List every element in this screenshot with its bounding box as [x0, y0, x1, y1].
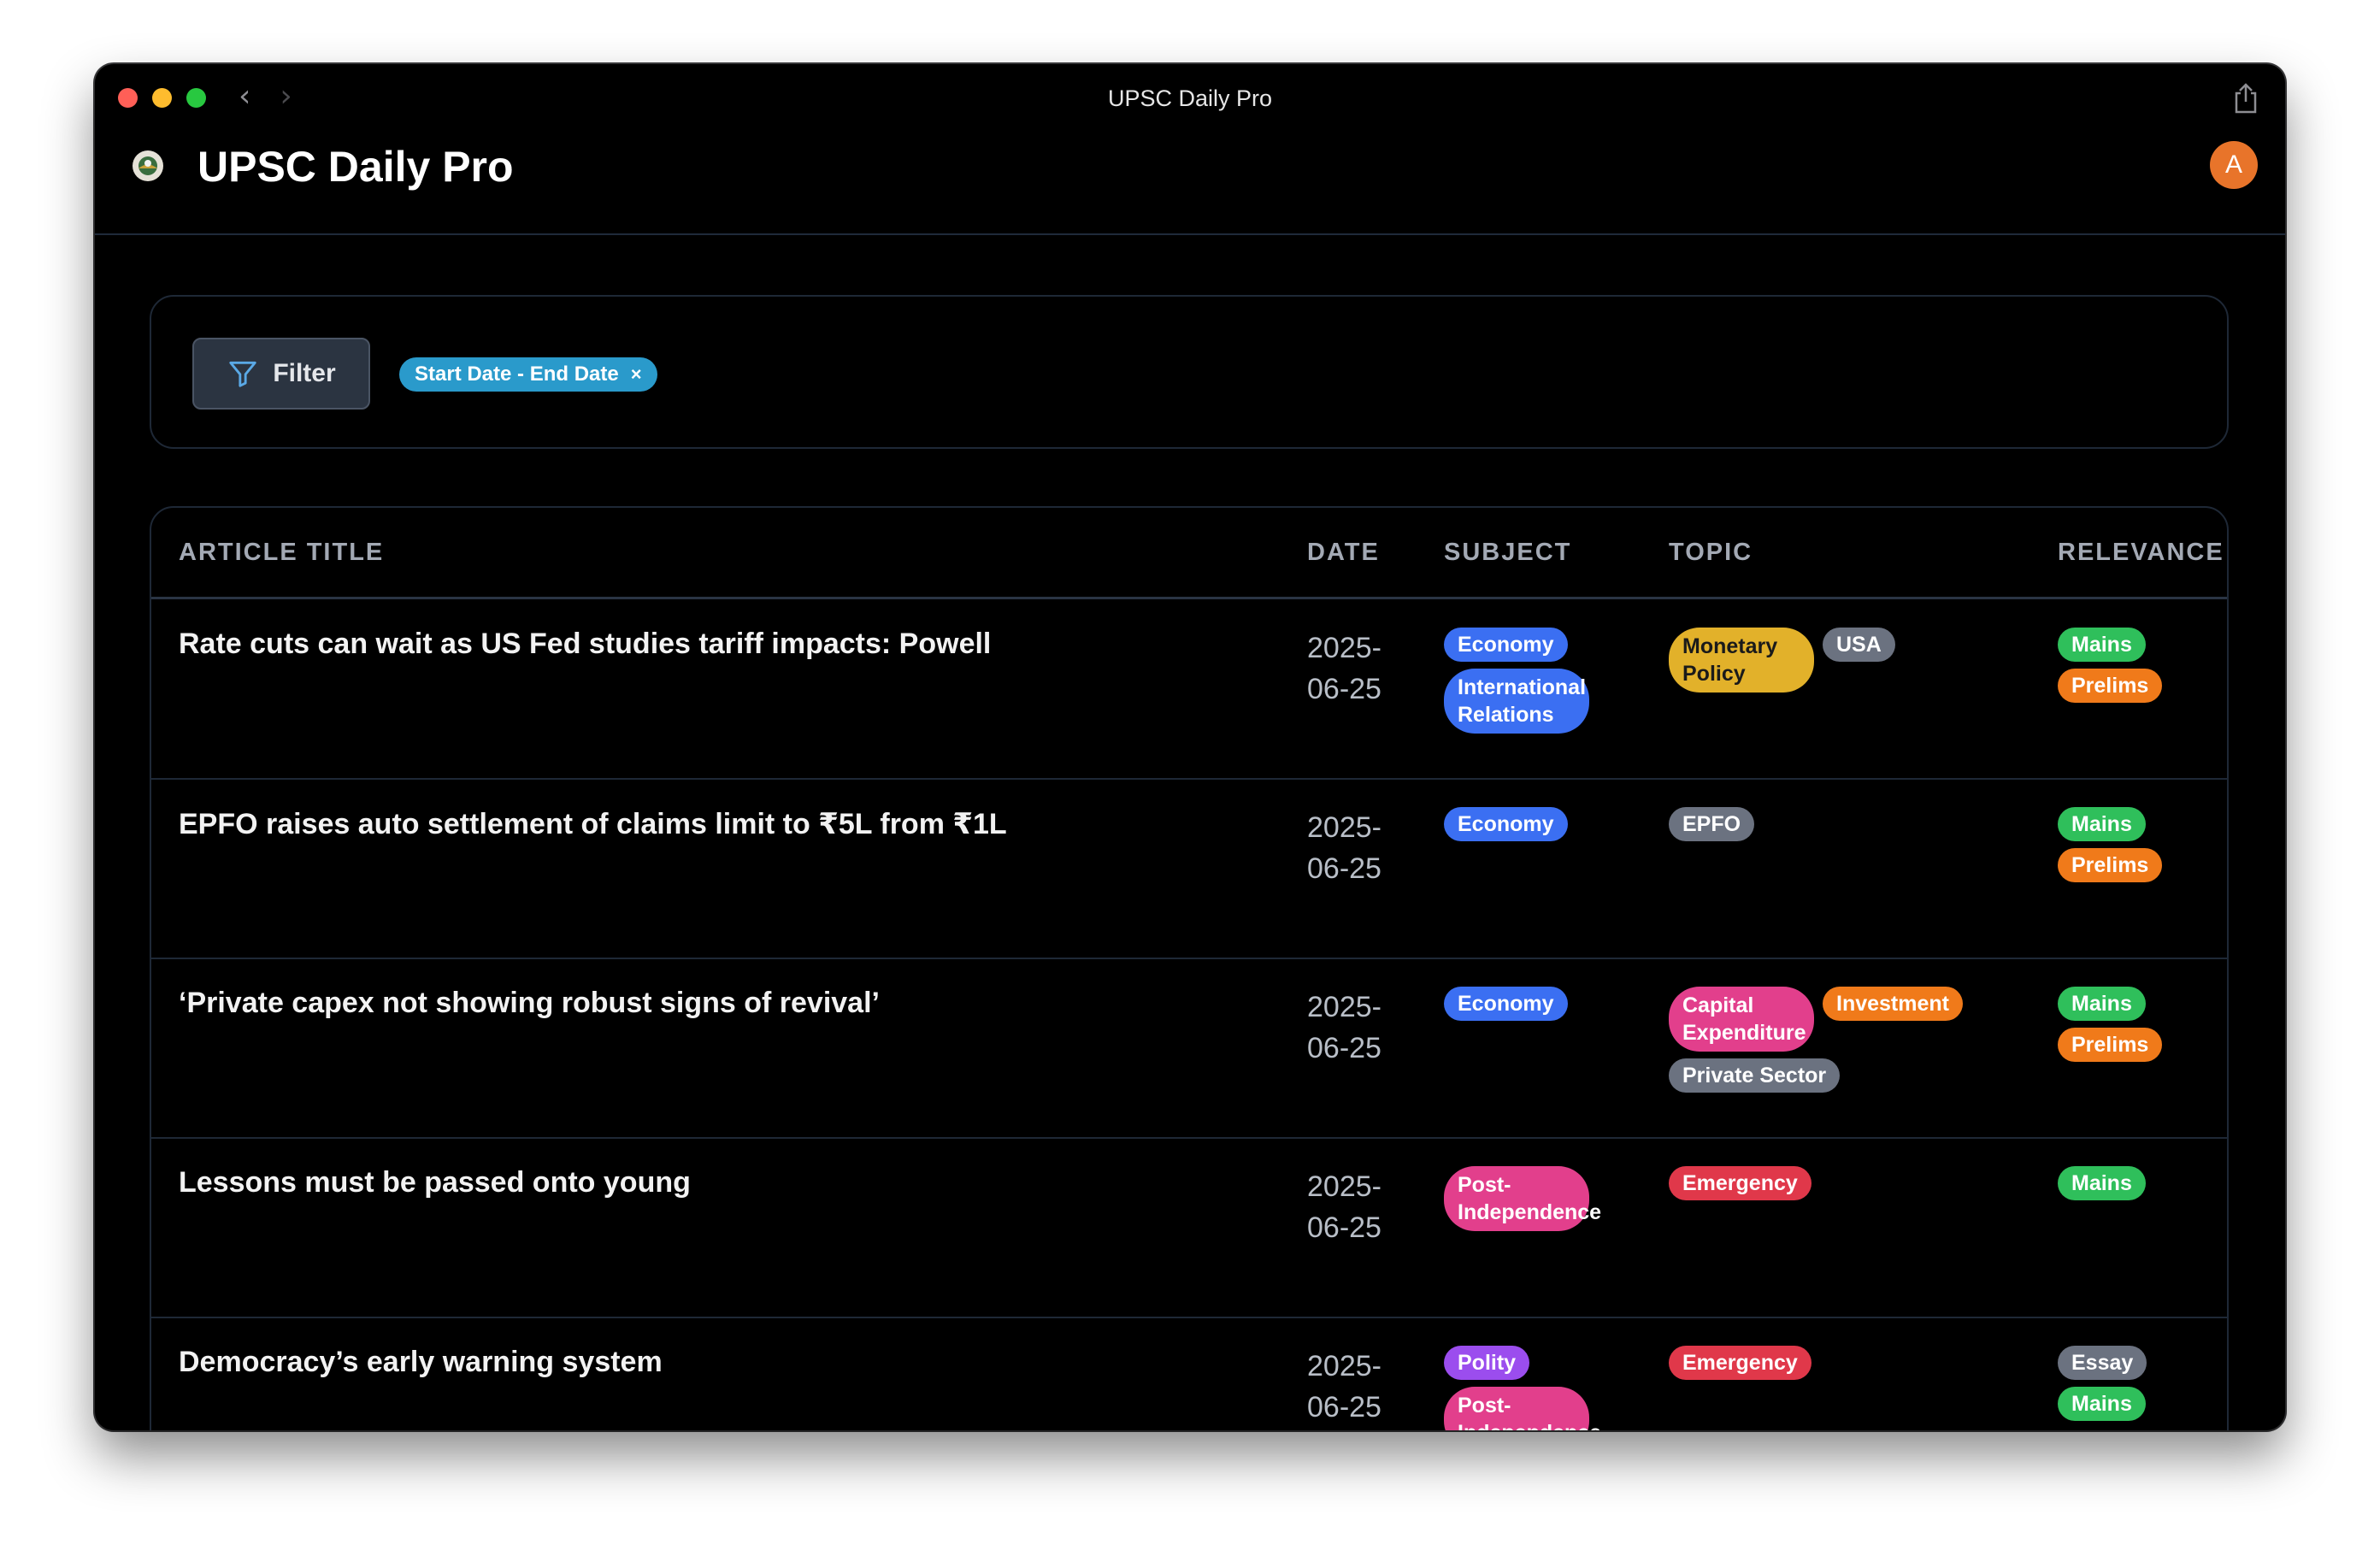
topic-cell-tags: Monetary Policy USA: [1669, 628, 2036, 693]
relevance-cell: Mains Prelims: [2058, 807, 2212, 882]
relevance-cell-tags: Mains Prelims: [2058, 987, 2212, 1062]
article-date: 2025-06-25: [1307, 632, 1381, 705]
subject-tag[interactable]: International Relations: [1444, 669, 1589, 734]
remove-chip-icon[interactable]: ×: [631, 363, 642, 386]
user-avatar[interactable]: A: [2210, 141, 2258, 189]
article-date: 2025-06-25: [1307, 1170, 1381, 1244]
topic-cell-tags: Emergency: [1669, 1346, 2036, 1380]
relevance-cell-tags: Mains Prelims: [2058, 628, 2212, 703]
articles-table: ARTICLE TITLE DATE SUBJECT TOPIC RELEVAN…: [150, 506, 2229, 1430]
topic-cell: Emergency: [1669, 1346, 2036, 1380]
app-window: ‹ › UPSC Daily Pro UPSC Daily Pro A Filt…: [95, 64, 2285, 1430]
topic-cell-tags: Capital Expenditure Investment Private Sec…: [1669, 987, 2036, 1093]
topic-tag[interactable]: Emergency: [1669, 1346, 1812, 1380]
table-row[interactable]: Lessons must be passed onto young 2025-06…: [151, 1137, 2227, 1318]
article-title[interactable]: Lessons must be passed onto young: [179, 1166, 691, 1199]
topic-tag[interactable]: Private Sector: [1669, 1058, 1841, 1093]
header-article-title[interactable]: ARTICLE TITLE: [179, 539, 384, 567]
date-range-chip[interactable]: Start Date - End Date ×: [399, 357, 657, 392]
subject-cell: Polity Post-Independence: [1444, 1346, 1623, 1430]
topic-tag[interactable]: USA: [1823, 628, 1895, 662]
date-range-chip-label: Start Date - End Date: [415, 362, 619, 386]
filter-panel: Filter Start Date - End Date ×: [150, 295, 2229, 449]
article-title[interactable]: ‘Private capex not showing robust signs …: [179, 987, 880, 1020]
header-date[interactable]: DATE: [1307, 539, 1380, 567]
subject-cell: Economy: [1444, 807, 1623, 841]
subject-cell-tags: Polity Post-Independence: [1444, 1346, 1623, 1430]
subject-cell: Economy International Relations: [1444, 628, 1623, 734]
relevance-cell-tags: Mains: [2058, 1166, 2212, 1200]
subject-tag[interactable]: Polity: [1444, 1346, 1530, 1380]
article-date: 2025-06-25: [1307, 1350, 1381, 1423]
subject-tag[interactable]: Economy: [1444, 628, 1568, 662]
subject-cell-tags: Economy International Relations: [1444, 628, 1623, 734]
subject-tag[interactable]: Post-Independence: [1444, 1166, 1601, 1231]
relevance-tag[interactable]: Mains: [2058, 1166, 2146, 1200]
topic-cell: EPFO: [1669, 807, 2036, 841]
subject-cell-tags: Post-Independence: [1444, 1166, 1623, 1231]
subject-tag[interactable]: Economy: [1444, 807, 1568, 841]
table-row[interactable]: Rate cuts can wait as US Fed studies tar…: [151, 598, 2227, 780]
relevance-cell: Mains Prelims: [2058, 987, 2212, 1062]
article-date: 2025-06-25: [1307, 811, 1381, 885]
topic-cell: Emergency: [1669, 1166, 2036, 1200]
relevance-tag[interactable]: Essay: [2058, 1346, 2147, 1380]
article-title[interactable]: EPFO raises auto settlement of claims li…: [179, 807, 1007, 841]
topic-tag[interactable]: Investment: [1823, 987, 1963, 1021]
relevance-tag[interactable]: Prelims: [2058, 1028, 2163, 1062]
subject-tag[interactable]: Economy: [1444, 987, 1568, 1021]
header-subject[interactable]: SUBJECT: [1444, 539, 1571, 567]
relevance-cell-tags: Essay Mains: [2058, 1346, 2212, 1421]
app-title: UPSC Daily Pro: [197, 143, 514, 191]
relevance-cell-tags: Mains Prelims: [2058, 807, 2212, 882]
funnel-icon: [229, 361, 256, 387]
app-header: UPSC Daily Pro A: [95, 133, 2285, 235]
article-title[interactable]: Democracy’s early warning system: [179, 1346, 663, 1379]
table-row[interactable]: Democracy’s early warning system 2025-06-…: [151, 1317, 2227, 1430]
subject-cell-tags: Economy: [1444, 987, 1623, 1021]
article-date: 2025-06-25: [1307, 991, 1381, 1064]
topic-cell-tags: EPFO: [1669, 807, 2036, 841]
topic-tag[interactable]: Emergency: [1669, 1166, 1812, 1200]
relevance-cell: Essay Mains: [2058, 1346, 2212, 1421]
table-header: ARTICLE TITLE DATE SUBJECT TOPIC RELEVAN…: [151, 508, 2227, 599]
relevance-tag[interactable]: Prelims: [2058, 848, 2163, 882]
subject-tag[interactable]: Post-Independence: [1444, 1387, 1601, 1430]
filter-button[interactable]: Filter: [192, 338, 370, 410]
topic-tag[interactable]: Capital Expenditure: [1669, 987, 1814, 1052]
table-row[interactable]: EPFO raises auto settlement of claims li…: [151, 778, 2227, 959]
app-logo-icon: [133, 150, 163, 181]
subject-cell-tags: Economy: [1444, 807, 1623, 841]
relevance-cell: Mains Prelims: [2058, 628, 2212, 703]
header-topic[interactable]: TOPIC: [1669, 539, 1753, 567]
topic-tag[interactable]: Monetary Policy: [1669, 628, 1814, 693]
relevance-tag[interactable]: Mains: [2058, 1387, 2146, 1421]
article-title[interactable]: Rate cuts can wait as US Fed studies tar…: [179, 628, 991, 661]
relevance-tag[interactable]: Mains: [2058, 987, 2146, 1021]
subject-cell: Economy: [1444, 987, 1623, 1021]
table-row[interactable]: ‘Private capex not showing robust signs …: [151, 958, 2227, 1139]
topic-cell: Monetary Policy USA: [1669, 628, 2036, 693]
relevance-tag[interactable]: Prelims: [2058, 669, 2163, 703]
topic-tag[interactable]: EPFO: [1669, 807, 1755, 841]
title-bar: ‹ › UPSC Daily Pro: [95, 64, 2285, 133]
window-title: UPSC Daily Pro: [1107, 85, 1273, 111]
filter-button-label: Filter: [273, 359, 336, 387]
share-icon[interactable]: [2230, 81, 2261, 115]
topic-cell: Capital Expenditure Investment Private Sec…: [1669, 987, 2036, 1093]
relevance-tag[interactable]: Mains: [2058, 807, 2146, 841]
header-relevance[interactable]: RELEVANCE: [2058, 539, 2224, 567]
relevance-tag[interactable]: Mains: [2058, 628, 2146, 662]
topic-cell-tags: Emergency: [1669, 1166, 2036, 1200]
relevance-cell: Mains: [2058, 1166, 2212, 1200]
subject-cell: Post-Independence: [1444, 1166, 1623, 1231]
